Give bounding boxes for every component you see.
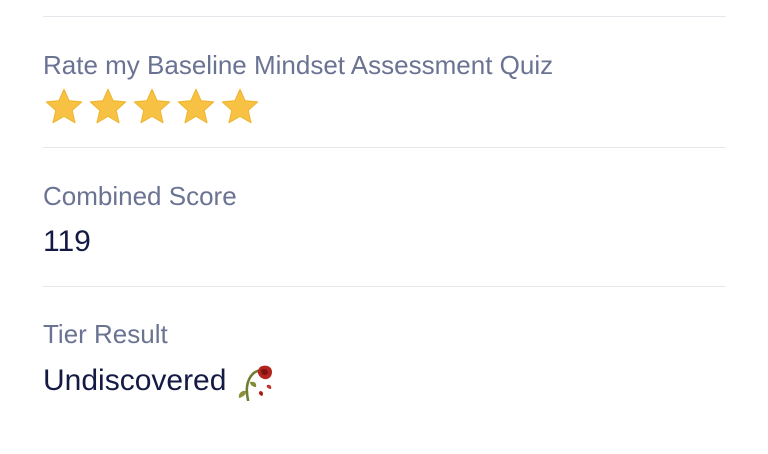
star-icon[interactable] <box>43 86 85 128</box>
star-icon[interactable] <box>131 86 173 128</box>
star-rating <box>43 86 726 128</box>
combined-score-value: 119 <box>43 225 91 258</box>
tier-result-section: Tier Result Undiscovered <box>43 287 726 401</box>
rating-section: Rate my Baseline Mindset Assessment Quiz <box>43 17 726 128</box>
rating-label: Rate my Baseline Mindset Assessment Quiz <box>43 50 554 80</box>
star-icon[interactable] <box>87 86 129 128</box>
tier-result-value: Undiscovered <box>43 364 227 397</box>
combined-score-label: Combined Score <box>43 181 237 211</box>
star-icon[interactable] <box>219 86 261 128</box>
combined-score-section: Combined Score 119 <box>43 148 726 259</box>
tier-result-label: Tier Result <box>43 319 168 349</box>
star-icon[interactable] <box>175 86 217 128</box>
form-summary: Rate my Baseline Mindset Assessment Quiz… <box>43 0 726 401</box>
wilted-rose-icon <box>239 365 273 401</box>
